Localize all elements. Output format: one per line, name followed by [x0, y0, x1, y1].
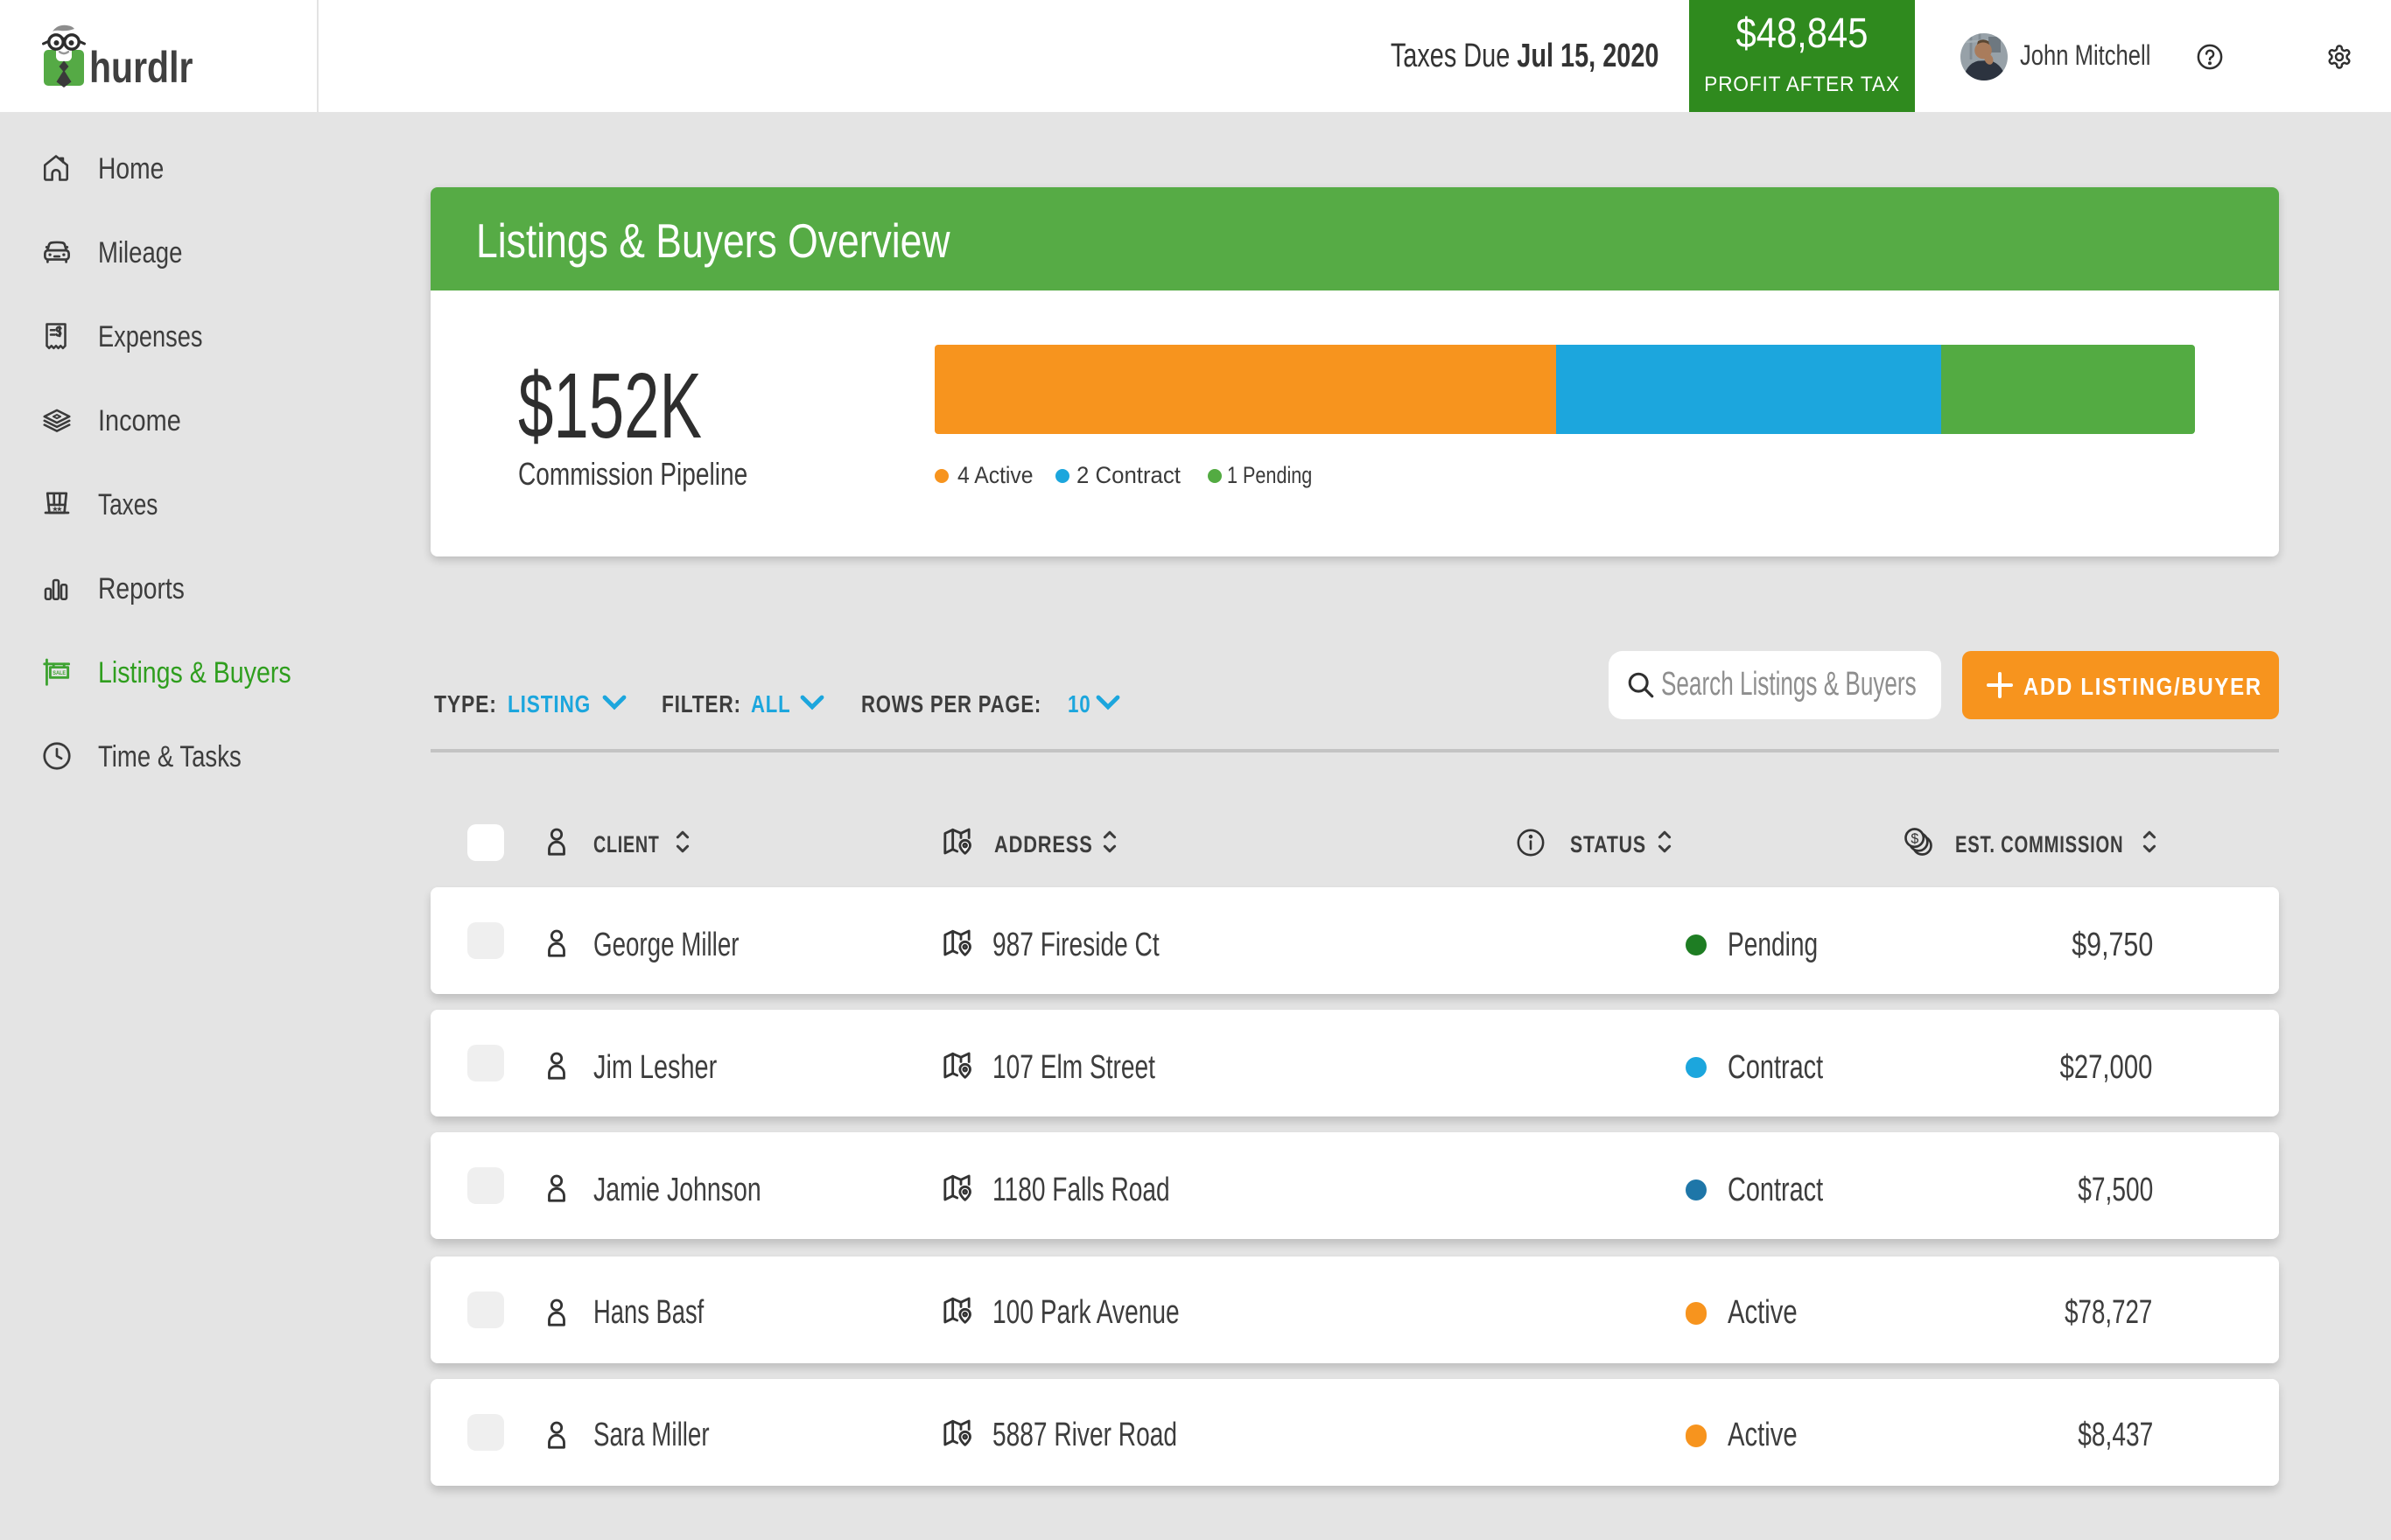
svg-text:SALE: SALE [53, 670, 66, 676]
